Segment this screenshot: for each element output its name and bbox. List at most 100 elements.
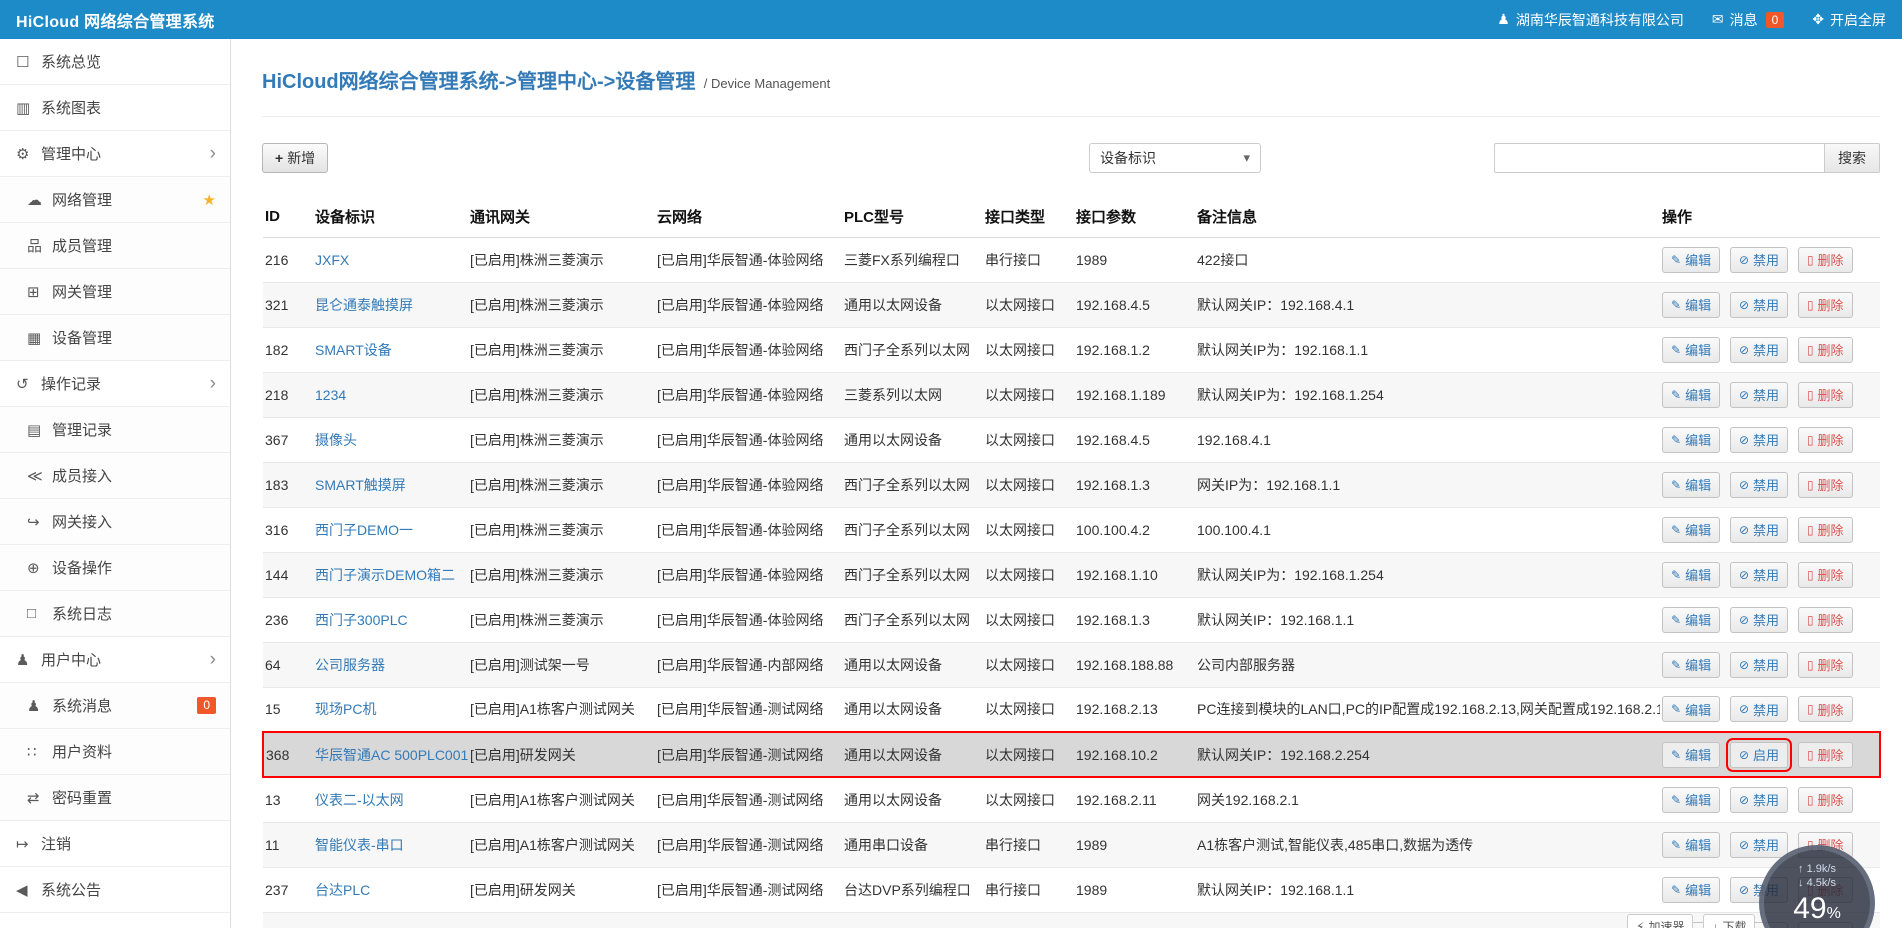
device-link[interactable]: 台达PLC	[315, 882, 370, 898]
edit-button[interactable]: ✎编辑	[1662, 562, 1720, 588]
device-link[interactable]: 华辰智通AC 500PLC001	[315, 747, 468, 763]
device-link[interactable]: JXFX	[315, 252, 349, 268]
edit-button[interactable]: ✎编辑	[1662, 787, 1720, 813]
edit-button[interactable]: ✎编辑	[1662, 382, 1720, 408]
sidebar-item-gateway-management[interactable]: ⊞ 网关管理	[0, 269, 230, 315]
search-button[interactable]: 搜索	[1824, 143, 1880, 173]
delete-button[interactable]: ▯删除	[1798, 517, 1853, 543]
cell-id: 316	[263, 507, 313, 552]
sidebar-item-member-access[interactable]: ≪ 成员接入	[0, 453, 230, 499]
sidebar-item-network-management[interactable]: ☁ 网络管理 ★	[0, 177, 230, 223]
delete-button[interactable]: ▯删除	[1798, 427, 1853, 453]
sidebar-item-gateway-access[interactable]: ↪ 网关接入	[0, 499, 230, 545]
toggle-enable-button[interactable]: ⊘禁用	[1730, 292, 1788, 318]
edit-button[interactable]: ✎编辑	[1662, 517, 1720, 543]
sidebar-item-charts[interactable]: ▥ 系统图表	[0, 85, 230, 131]
sidebar-item-password-reset[interactable]: ⇄ 密码重置	[0, 775, 230, 821]
toggle-enable-button[interactable]: ⊘启用	[1730, 742, 1788, 768]
delete-button[interactable]: ▯删除	[1798, 742, 1853, 768]
messages-badge: 0	[1766, 12, 1785, 28]
edit-button[interactable]: ✎编辑	[1662, 247, 1720, 273]
edit-button[interactable]: ✎编辑	[1662, 742, 1720, 768]
cell-network: [已启用]华辰智通-体验网络	[655, 327, 842, 372]
device-link[interactable]: 现场PC机	[315, 701, 376, 717]
toggle-enable-button[interactable]: ⊘禁用	[1730, 247, 1788, 273]
toggle-enable-button[interactable]: ⊘禁用	[1730, 832, 1788, 858]
edit-button[interactable]: ✎编辑	[1662, 427, 1720, 453]
sidebar-item-user-profile[interactable]: ∷ 用户资料	[0, 729, 230, 775]
toggle-enable-button[interactable]: ⊘禁用	[1730, 472, 1788, 498]
device-link[interactable]: 昆仑通泰触摸屏	[315, 297, 413, 313]
sidebar-item-management-center[interactable]: ⚙ 管理中心 ›	[0, 131, 230, 177]
device-link[interactable]: 仪表二-以太网	[315, 792, 404, 808]
device-link[interactable]: 1234	[315, 387, 346, 403]
toggle-enable-button[interactable]: ⊘禁用	[1730, 696, 1788, 722]
toggle-enable-button[interactable]: ⊘禁用	[1730, 562, 1788, 588]
sidebar-item-member-management[interactable]: 品 成员管理	[0, 223, 230, 269]
delete-button[interactable]: ▯删除	[1798, 247, 1853, 273]
device-link[interactable]: 西门子300PLC	[315, 612, 408, 628]
cell-interface-type: 以太网接口	[983, 282, 1074, 327]
delete-button[interactable]: ▯删除	[1798, 292, 1853, 318]
toggle-enable-button[interactable]: ⊘禁用	[1730, 427, 1788, 453]
add-device-button[interactable]: +新增	[262, 143, 328, 173]
accelerator-button[interactable]: ⚡ 加速器	[1627, 914, 1693, 928]
sidebar-item-system-messages[interactable]: ♟ 系统消息 0	[0, 683, 230, 729]
sidebar-item-system-notice[interactable]: ◀ 系统公告	[0, 867, 230, 913]
toggle-enable-button[interactable]: ⊘禁用	[1730, 652, 1788, 678]
toggle-enable-button[interactable]: ⊘禁用	[1730, 607, 1788, 633]
fullscreen-button[interactable]: ✥ 开启全屏	[1812, 10, 1886, 30]
company-menu[interactable]: ♟ 湖南华辰智通科技有限公司	[1497, 10, 1684, 30]
edit-button[interactable]: ✎编辑	[1662, 696, 1720, 722]
device-link[interactable]: SMART触摸屏	[315, 477, 406, 493]
sidebar-item-management-records[interactable]: ▤ 管理记录	[0, 407, 230, 453]
delete-button[interactable]: ▯删除	[1798, 696, 1853, 722]
download-button[interactable]: ↓ 下载	[1703, 914, 1755, 928]
delete-button[interactable]: ▯删除	[1798, 382, 1853, 408]
delete-button[interactable]: ▯删除	[1798, 472, 1853, 498]
table-row: 316 西门子DEMO一 [已启用]株洲三菱演示 [已启用]华辰智通-体验网络 …	[263, 507, 1880, 552]
toggle-enable-button[interactable]: ⊘禁用	[1730, 337, 1788, 363]
delete-button[interactable]: ▯删除	[1798, 337, 1853, 363]
cell-device-name: 华辰智通AC 500PLC001	[313, 732, 468, 777]
device-link[interactable]: 智能仪表-串口	[315, 837, 404, 853]
sidebar-item-overview[interactable]: ☐ 系统总览	[0, 39, 230, 85]
edit-button[interactable]: ✎编辑	[1662, 607, 1720, 633]
delete-button[interactable]: ▯删除	[1798, 562, 1853, 588]
cell-plc-model	[842, 912, 983, 928]
device-link[interactable]: 西门子演示DEMO箱二	[315, 567, 455, 583]
edit-button[interactable]: ✎编辑	[1662, 472, 1720, 498]
toggle-enable-button[interactable]: ⊘禁用	[1730, 382, 1788, 408]
user-icon: ♟	[1497, 11, 1510, 28]
delete-button[interactable]: ▯删除	[1798, 607, 1853, 633]
delete-button[interactable]: ▯删除	[1798, 652, 1853, 678]
device-link[interactable]: 西门子DEMO一	[315, 522, 413, 538]
sidebar-item-device-management[interactable]: ▦ 设备管理	[0, 315, 230, 361]
edit-button[interactable]: ✎编辑	[1662, 337, 1720, 363]
cell-remark: A1栋客户测试,智能仪表,485串口,数据为透传	[1195, 822, 1660, 867]
device-link[interactable]: 公司服务器	[315, 657, 385, 673]
device-link[interactable]: SMART设备	[315, 342, 392, 358]
cell-plc-model: 通用以太网设备	[842, 777, 983, 822]
delete-button[interactable]: ▯删除	[1798, 787, 1853, 813]
toggle-enable-button[interactable]: ⊘禁用	[1730, 517, 1788, 543]
device-link[interactable]: 摄像头	[315, 432, 357, 448]
cell-device-name: 西门子300PLC	[313, 597, 468, 642]
plus-icon: +	[275, 150, 283, 166]
filter-dropdown[interactable]: 设备标识 ▾	[1089, 143, 1261, 173]
edit-button[interactable]: ✎编辑	[1662, 877, 1720, 903]
sidebar-item-system-logs[interactable]: □ 系统日志	[0, 591, 230, 637]
trash-icon: ▯	[1807, 613, 1814, 627]
edit-button[interactable]: ✎编辑	[1662, 292, 1720, 318]
messages-menu[interactable]: ✉ 消息 0	[1712, 10, 1784, 30]
sidebar-item-device-operation[interactable]: ⊕ 设备操作	[0, 545, 230, 591]
edit-button[interactable]: ✎编辑	[1662, 832, 1720, 858]
search-input[interactable]	[1494, 143, 1824, 173]
sidebar-item-logout[interactable]: ↦ 注销	[0, 821, 230, 867]
cell-remark: 网关IP为：192.168.1.1	[1195, 462, 1660, 507]
edit-button[interactable]: ✎编辑	[1662, 652, 1720, 678]
sidebar-item-user-center[interactable]: ♟ 用户中心 ›	[0, 637, 230, 683]
sidebar-item-operation-records[interactable]: ↺ 操作记录 ›	[0, 361, 230, 407]
toggle-enable-button[interactable]: ⊘禁用	[1730, 787, 1788, 813]
cell-network: [已启用]华辰智通-体验网络	[655, 372, 842, 417]
